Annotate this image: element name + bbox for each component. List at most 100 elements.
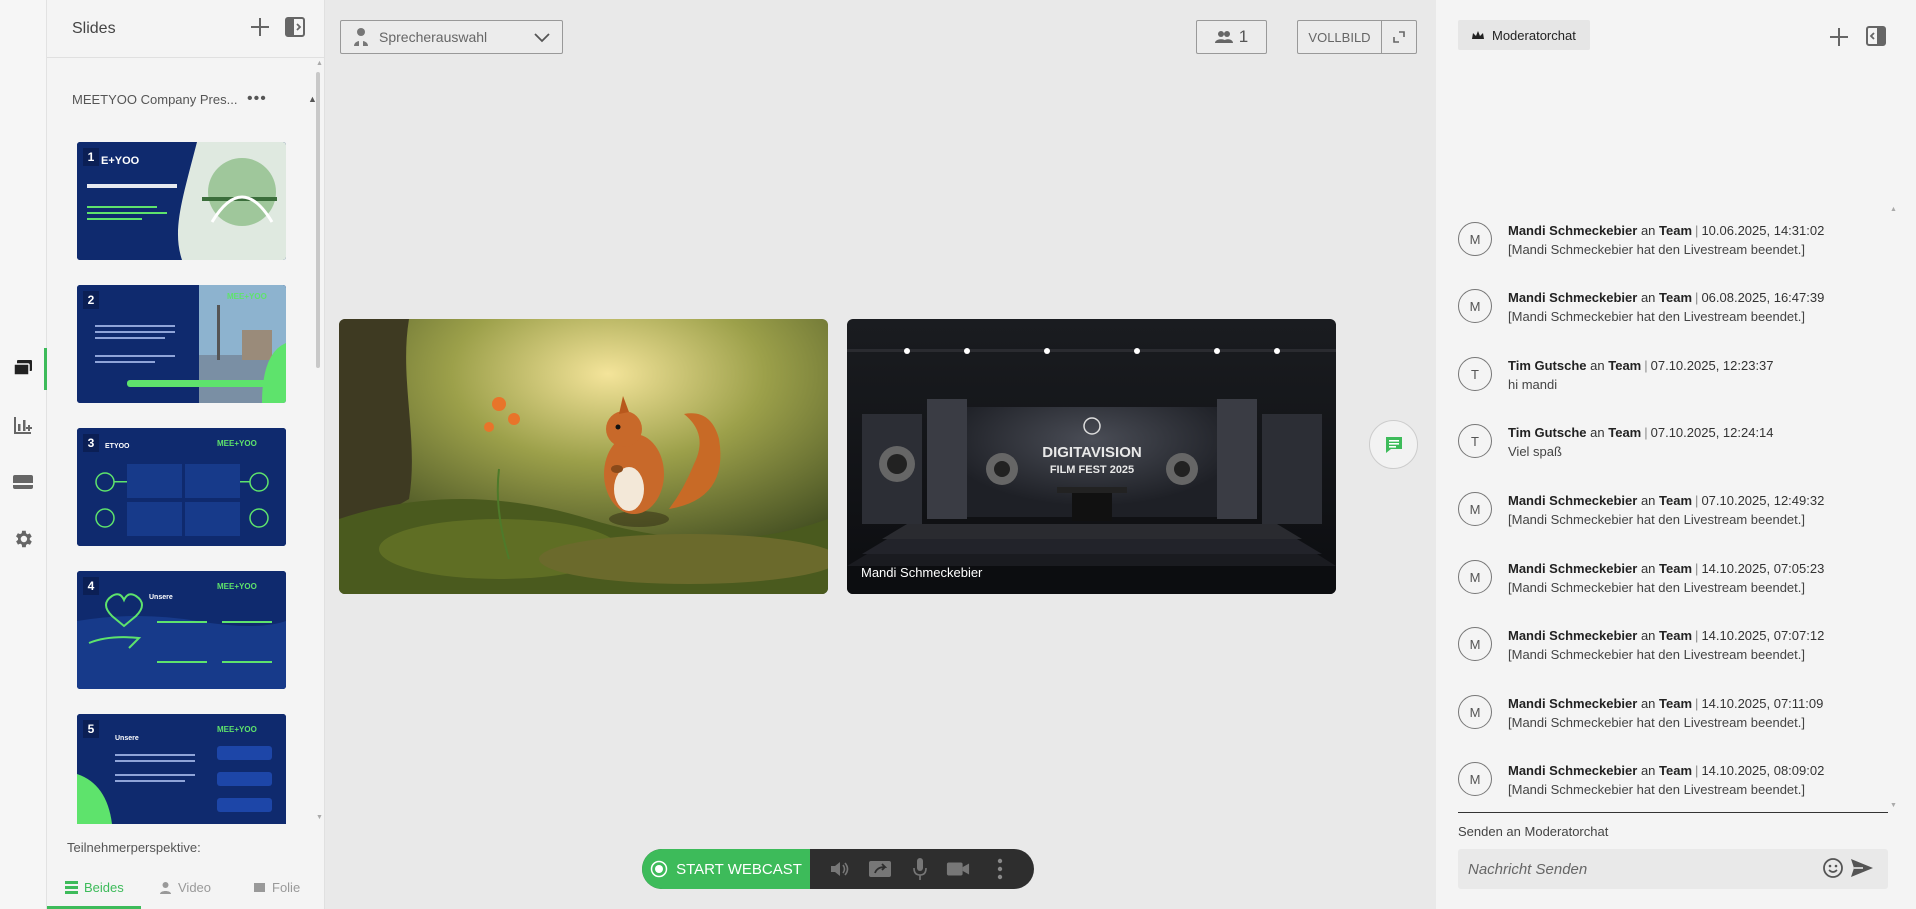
share-icon[interactable] [868,857,892,881]
chevron-down-icon [534,33,550,43]
participant-count-button[interactable]: 1 [1196,20,1267,54]
chat-message: M Mandi Schmeckebier an Team | 14.10.2025,… [1458,560,1888,610]
video-tile-1[interactable] [339,319,828,594]
tab-folie-label: Folie [272,880,301,895]
record-icon [650,860,668,878]
start-webcast-button[interactable]: START WEBCAST [642,849,810,889]
svg-text:E+YOO: E+YOO [101,155,140,167]
message-header: Mandi Schmeckebier an Team | 14.10.2025, 0… [1508,763,1825,778]
slide-2-artwork: MEE+YOO [77,285,286,403]
slide-thumbnail-2[interactable]: MEE+YOO 2 [77,285,286,403]
chat-message: M Mandi Schmeckebier an Team | 14.10.2025,… [1458,695,1888,745]
participants-icon [1214,31,1233,43]
toggle-chat-button[interactable] [1369,420,1418,469]
emoji-icon[interactable] [1822,857,1844,884]
add-slide-button[interactable] [249,16,271,43]
avatar: M [1458,492,1492,526]
chat-scroll-down-arrow[interactable]: ▼ [1890,802,1897,809]
tab-beides-label: Beides [84,880,124,895]
tab-beides[interactable]: Beides [65,866,124,909]
chat-divider [1458,812,1888,813]
more-horizontal-icon[interactable]: ••• [247,90,267,108]
message-header: Mandi Schmeckebier an Team | 14.10.2025, 0… [1508,628,1825,643]
slide-icon [254,883,265,892]
tab-video[interactable]: Video [159,866,211,909]
svg-text:MEE+YOO: MEE+YOO [217,725,257,734]
tab-folie[interactable]: Folie [253,866,300,909]
message-to-word: an [1640,223,1656,238]
message-recipient: Team [1659,696,1693,711]
message-text: [Mandi Schmeckebier hat den Livestream b… [1508,782,1806,797]
crown-icon [1472,31,1484,39]
message-recipient: Team [1659,628,1693,643]
message-text: [Mandi Schmeckebier hat den Livestream b… [1508,309,1806,324]
video-tile-2[interactable]: DIGITAVISION FILM FEST 2025 Mandi Schmec… [847,319,1336,594]
scrollbar-thumb[interactable] [316,72,320,368]
slides-scrollbar[interactable] [315,64,321,824]
svg-text:MEE+YOO: MEE+YOO [227,292,267,301]
message-header: Tim Gutsche an Team | 07.10.2025, 12:24:14 [1508,425,1774,440]
slides-stack-icon[interactable] [10,355,36,381]
send-target-label: Senden an Moderatorchat [1458,824,1609,839]
new-chat-button[interactable] [1828,26,1850,53]
svg-text:ETYOO: ETYOO [105,443,130,450]
message-time: 07.10.2025, 12:24:14 [1650,425,1774,440]
collapse-panel-icon[interactable] [285,17,305,42]
message-text: Viel spaß [1508,444,1562,459]
slide-thumbnail-3[interactable]: MEE+YOO ETYOO 3 [77,428,286,546]
stage-sign-subtitle: FILM FEST 2025 [1050,464,1134,476]
chat-message: T Tim Gutsche an Team | 07.10.2025, 12:24:… [1458,424,1888,474]
message-recipient: Team [1659,763,1693,778]
chat-message: T Tim Gutsche an Team | 07.10.2025, 12:23:… [1458,357,1888,407]
gear-icon[interactable] [10,526,36,552]
chat-message: M Mandi Schmeckebier an Team | 06.08.2025,… [1458,289,1888,339]
collapse-chat-icon[interactable] [1866,26,1886,51]
send-icon[interactable] [1850,857,1874,884]
tab-moderatorchat[interactable]: Moderatorchat [1458,20,1590,50]
card-icon[interactable] [10,469,36,495]
participant-count: 1 [1238,27,1249,46]
message-time: 07.10.2025, 12:49:32 [1701,493,1825,508]
svg-text:Unsere: Unsere [149,594,173,601]
slide-number: 5 [83,720,99,738]
speaker-select[interactable]: Sprecherauswahl [340,20,563,54]
grid-icon [65,881,78,894]
message-time: 14.10.2025, 07:07:12 [1701,628,1825,643]
slide-thumbnail-4[interactable]: MEE+YOO Unsere 4 [77,571,286,689]
stage-sign-title: DIGITAVISION [1042,444,1141,461]
control-bar: START WEBCAST [642,849,1034,889]
message-time: 06.08.2025, 16:47:39 [1701,290,1825,305]
slide-number: 2 [83,291,99,309]
message-header: Mandi Schmeckebier an Team | 06.08.2025, 1… [1508,290,1825,305]
chat-scroll-up-arrow[interactable]: ▲ [1890,206,1897,213]
slide-thumbnail-1[interactable]: E+YOO 1 [77,142,286,260]
message-to-word: an [1640,763,1656,778]
message-to-word: an [1640,628,1656,643]
microphone-icon[interactable] [908,857,932,881]
expand-icon[interactable] [1382,21,1416,53]
message-text: [Mandi Schmeckebier hat den Livestream b… [1508,512,1806,527]
deck-row[interactable]: MEETYOO Company Pres... ••• ▲ [72,90,317,110]
avatar: M [1458,762,1492,796]
message-to-word: an [1640,696,1656,711]
slide-thumbnail-5[interactable]: MEE+YOO Unsere 5 [77,714,286,824]
speaker-icon[interactable] [828,857,852,881]
chat-message: M Mandi Schmeckebier an Team | 10.06.2025,… [1458,222,1888,272]
message-time: 07.10.2025, 12:23:37 [1650,358,1774,373]
deck-name: MEETYOO Company Pres... [72,92,238,107]
message-recipient: Team [1659,223,1693,238]
slides-panel-header: Slides [47,0,325,58]
perspective-label: Teilnehmerperspektive: [67,840,201,855]
fullscreen-button[interactable]: VOLLBILD [1297,20,1417,54]
message-text: [Mandi Schmeckebier hat den Livestream b… [1508,242,1806,257]
more-vertical-icon[interactable] [988,857,1012,881]
chart-plus-icon[interactable] [10,412,36,438]
message-author: Mandi Schmeckebier [1508,696,1638,711]
message-author: Mandi Schmeckebier [1508,290,1638,305]
scroll-down-arrow[interactable]: ▼ [316,814,323,821]
message-recipient: Team [1659,290,1693,305]
avatar: M [1458,289,1492,323]
camera-icon[interactable] [946,857,970,881]
stage-image: DIGITAVISION FILM FEST 2025 [847,319,1336,594]
message-header: Mandi Schmeckebier an Team | 07.10.2025, 1… [1508,493,1825,508]
